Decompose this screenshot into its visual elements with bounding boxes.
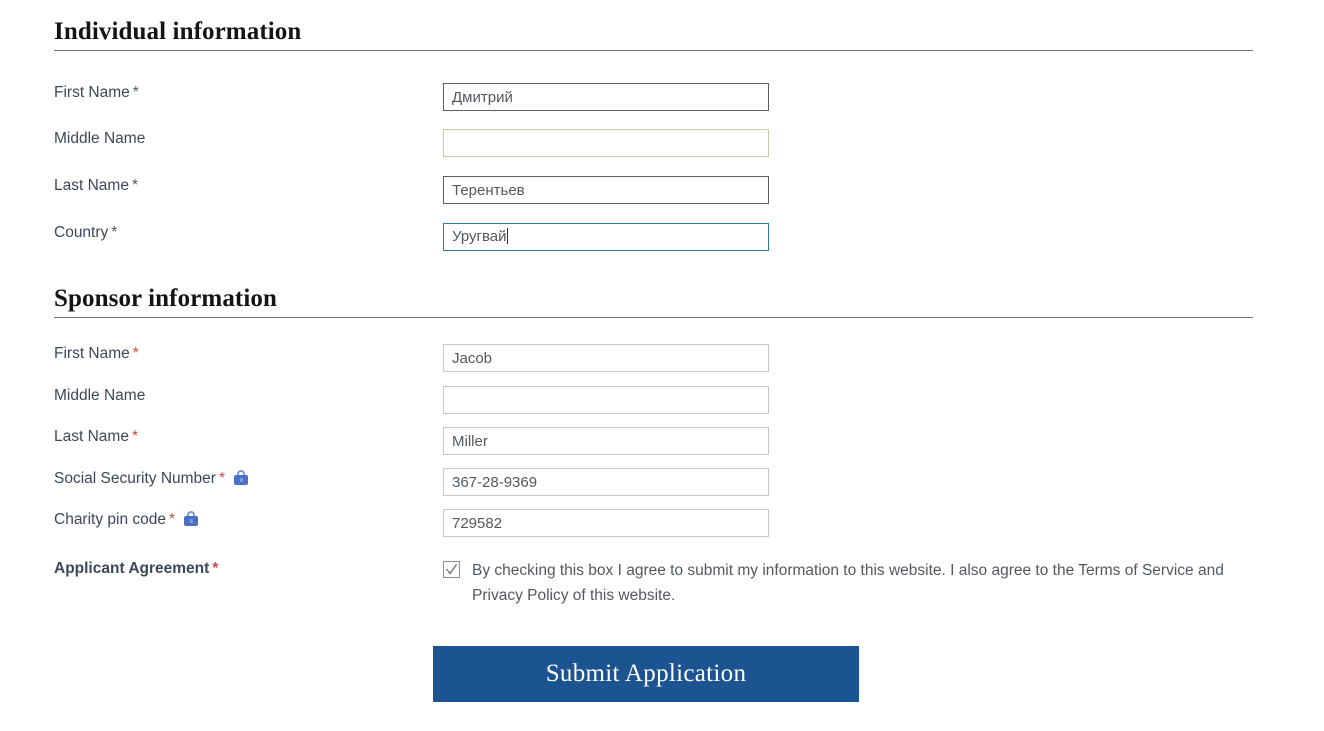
section-title: Individual information	[54, 18, 302, 45]
field-label-text: Country	[54, 224, 109, 241]
required-asterisk: *	[131, 177, 138, 194]
text-input[interactable]	[443, 468, 769, 496]
field-label-text: First Name	[54, 345, 130, 362]
text-input[interactable]	[443, 427, 769, 455]
field-label: Last Name *	[54, 427, 138, 447]
agreement-text: By checking this box I agree to submit m…	[472, 562, 1224, 604]
required-asterisk: *	[132, 84, 139, 101]
required-asterisk: *	[169, 511, 176, 528]
lock-icon	[184, 511, 199, 526]
required-asterisk: *	[111, 224, 118, 241]
submit-application-button[interactable]: Submit Application	[433, 646, 859, 702]
text-input[interactable]	[443, 83, 769, 111]
form-row: Last Name *	[54, 427, 1264, 457]
text-input[interactable]	[443, 129, 769, 157]
field-label: First Name *	[54, 344, 139, 364]
field-label-text: First Name	[54, 84, 130, 101]
section-divider	[54, 317, 1253, 318]
field-label: Country *	[54, 223, 117, 243]
field-label-text: Last Name	[54, 428, 129, 445]
required-asterisk: *	[131, 428, 138, 445]
field-label-text: Social Security Number	[54, 470, 216, 487]
form-row: Last Name *	[54, 176, 1264, 206]
form-row: Social Security Number *	[54, 468, 1264, 498]
agreement-label-text: Applicant Agreement	[54, 560, 210, 577]
form-row: Charity pin code *	[54, 509, 1264, 539]
application-form-page: Individual informationFirst Name*Middle …	[0, 0, 1324, 731]
text-input[interactable]	[443, 509, 769, 537]
check-icon	[445, 564, 458, 575]
field-label: Charity pin code *	[54, 509, 199, 530]
section-title: Sponsor information	[54, 285, 278, 312]
text-input[interactable]	[443, 344, 769, 372]
input-value: Уругвай	[452, 228, 507, 245]
lock-icon	[234, 470, 248, 485]
form-row: Middle Name	[54, 129, 1264, 159]
text-cursor	[506, 228, 508, 244]
required-asterisk: *	[218, 470, 225, 487]
field-label: Middle Name	[54, 386, 145, 406]
field-label: Social Security Number *	[54, 468, 248, 489]
agreement-label: Applicant Agreement *	[54, 560, 218, 578]
field-label-text: Middle Name	[54, 130, 146, 147]
required-asterisk: *	[132, 345, 139, 362]
text-input[interactable]	[443, 386, 769, 414]
field-label-text: Last Name	[54, 177, 129, 194]
field-label-text: Middle Name	[54, 387, 146, 404]
text-input-focused[interactable]: Уругвай	[443, 223, 769, 251]
field-label: Middle Name	[54, 129, 145, 149]
field-label: First Name *	[54, 83, 139, 103]
form-row: First Name *	[54, 344, 1264, 374]
field-label-text: Charity pin code	[54, 511, 167, 528]
field-label: Last Name *	[54, 176, 138, 196]
section-divider	[54, 50, 1253, 51]
form-row: Country * Уругвай	[54, 223, 1264, 253]
required-asterisk: *	[212, 560, 219, 577]
section-header-individual: Individual information	[54, 18, 1253, 51]
text-input[interactable]	[443, 176, 769, 204]
form-row: First Name *	[54, 83, 1264, 113]
agreement-checkbox[interactable]	[443, 561, 460, 578]
section-header-sponsor: Sponsor information	[54, 285, 1253, 318]
form-row: Middle Name	[54, 386, 1264, 416]
